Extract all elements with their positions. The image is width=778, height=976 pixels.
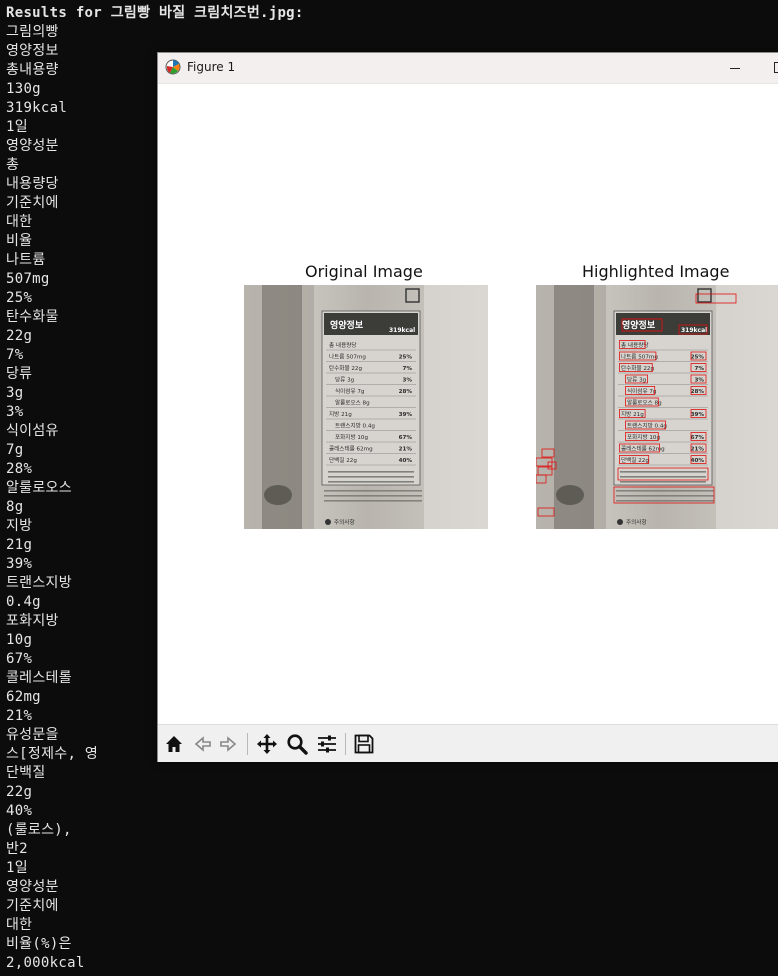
label-row-text: 총 내용량당 <box>329 341 357 349</box>
configure-icon[interactable] <box>316 733 338 755</box>
navigation-toolbar <box>158 724 778 762</box>
label-row-pct: 3% <box>403 378 413 384</box>
label-row-text: 당류 3g <box>335 377 355 384</box>
label-row-text: 탄수화물 22g <box>621 364 654 372</box>
label-kcal: 319kcal <box>681 327 707 334</box>
label-row-text: 알룰로오스 8g <box>627 399 662 407</box>
original-image-title: Original Image <box>305 262 423 281</box>
label-row-pct: 21% <box>399 447 413 453</box>
label-row-text: 콜레스테롤 62mg <box>329 445 373 453</box>
label-row-text: 식이섬유 7g <box>627 387 657 395</box>
maximize-button[interactable] <box>766 53 778 83</box>
terminal-line: 2,000kcal <box>6 955 85 971</box>
forward-icon[interactable] <box>218 733 240 755</box>
label-row-pct: 67% <box>399 435 413 441</box>
label-row-pct: 39% <box>399 412 413 418</box>
minimize-button[interactable] <box>718 53 752 83</box>
label-fine-print <box>616 490 714 492</box>
label-row-text: 콜레스테롤 62mg <box>621 445 665 453</box>
package-edge <box>424 285 488 529</box>
terminal-line: Results for 그림빵 바질 크림치즈번.jpg: <box>6 5 304 21</box>
highlighted-image-title: Highlighted Image <box>582 262 730 281</box>
warning-bullet <box>325 519 331 525</box>
window-title: Figure 1 <box>187 60 236 74</box>
label-fine-print <box>328 471 414 473</box>
label-fine-print <box>620 471 706 473</box>
figure-canvas[interactable]: Original Image Highlighted Image 영양정보 319… <box>158 84 778 724</box>
terminal-line: 반2 <box>6 841 28 857</box>
save-icon[interactable] <box>353 733 375 755</box>
title-bar[interactable]: Figure 1 <box>158 53 778 84</box>
label-row-text: 알룰로오스 8g <box>335 399 370 407</box>
label-row-pct: 25% <box>399 355 413 361</box>
terminal-line: 그림의빵 <box>6 24 59 40</box>
back-icon[interactable] <box>191 733 213 755</box>
home-icon[interactable] <box>163 733 185 755</box>
label-row-text: 트랜스지방 0.4g <box>627 422 667 430</box>
label-fine-print <box>328 481 414 483</box>
label-fine-print <box>328 476 414 478</box>
label-row-pct: 40% <box>399 458 413 464</box>
label-fine-print <box>324 490 422 492</box>
label-fine-print <box>620 476 706 478</box>
terminal-line: 22g <box>6 784 33 800</box>
label-kcal: 319kcal <box>389 327 415 334</box>
label-row-text: 지방 21g <box>329 410 352 418</box>
label-row-text: 총 내용량당 <box>621 341 649 349</box>
terminal-line: 영양성분 <box>6 879 59 895</box>
label-fine-print <box>324 495 422 497</box>
label-row-text: 포화지방 10g <box>627 433 660 441</box>
warning-bullet <box>617 519 623 525</box>
package-logo <box>264 485 292 505</box>
label-row-text: 단백질 22g <box>621 456 649 464</box>
package-logo <box>556 485 584 505</box>
label-heading: 영양정보 <box>330 319 364 331</box>
matplotlib-icon <box>165 59 181 75</box>
label-heading: 영양정보 <box>622 319 656 331</box>
label-row-text: 탄수화물 22g <box>329 364 362 372</box>
label-row-text: 트랜스지방 0.4g <box>335 422 375 430</box>
terminal-line: 단백질 <box>6 765 46 781</box>
package-edge <box>716 285 778 529</box>
label-row-text: 지방 21g <box>621 410 644 418</box>
label-row-text: 당류 3g <box>627 377 647 384</box>
figure-window[interactable]: Figure 1 Original Image Highlighted Imag… <box>157 52 778 762</box>
label-warning: 주의사항 <box>334 518 355 526</box>
label-warning: 주의사항 <box>626 518 647 526</box>
highlighted-image: 영양정보 319kcal 총 내용량당 나트륨 507mg 25% 탄수화물 22g 7% 당… <box>536 285 778 529</box>
label-row-text: 단백질 22g <box>329 456 357 464</box>
label-fine-print <box>620 481 706 483</box>
label-row-text: 포화지방 10g <box>335 433 368 441</box>
label-fine-print <box>616 500 714 502</box>
terminal-line: 비율(%)은 <box>6 936 72 952</box>
terminal-line: (룰로스), <box>6 822 72 838</box>
terminal-line: 기준치에 <box>6 898 59 914</box>
toolbar-separator <box>247 733 248 755</box>
label-row-text: 나트륨 507mg <box>621 353 658 361</box>
label-fine-print <box>324 500 422 502</box>
original-image: 영양정보 319kcal 총 내용량당나트륨 507mg 25% 탄수화물 22g 7% 당… <box>244 285 488 529</box>
label-row-text: 식이섬유 7g <box>335 387 365 395</box>
label-row-pct: 7% <box>403 366 413 372</box>
zoom-icon[interactable] <box>286 733 308 755</box>
terminal-line: 40% <box>6 803 33 819</box>
label-row-pct: 28% <box>399 389 413 395</box>
terminal-line: 1일 <box>6 860 28 876</box>
label-row-text: 나트륨 507mg <box>329 353 366 361</box>
terminal-line: 대한 <box>6 917 33 933</box>
toolbar-separator <box>345 733 346 755</box>
pan-icon[interactable] <box>256 733 278 755</box>
label-fine-print <box>616 495 714 497</box>
